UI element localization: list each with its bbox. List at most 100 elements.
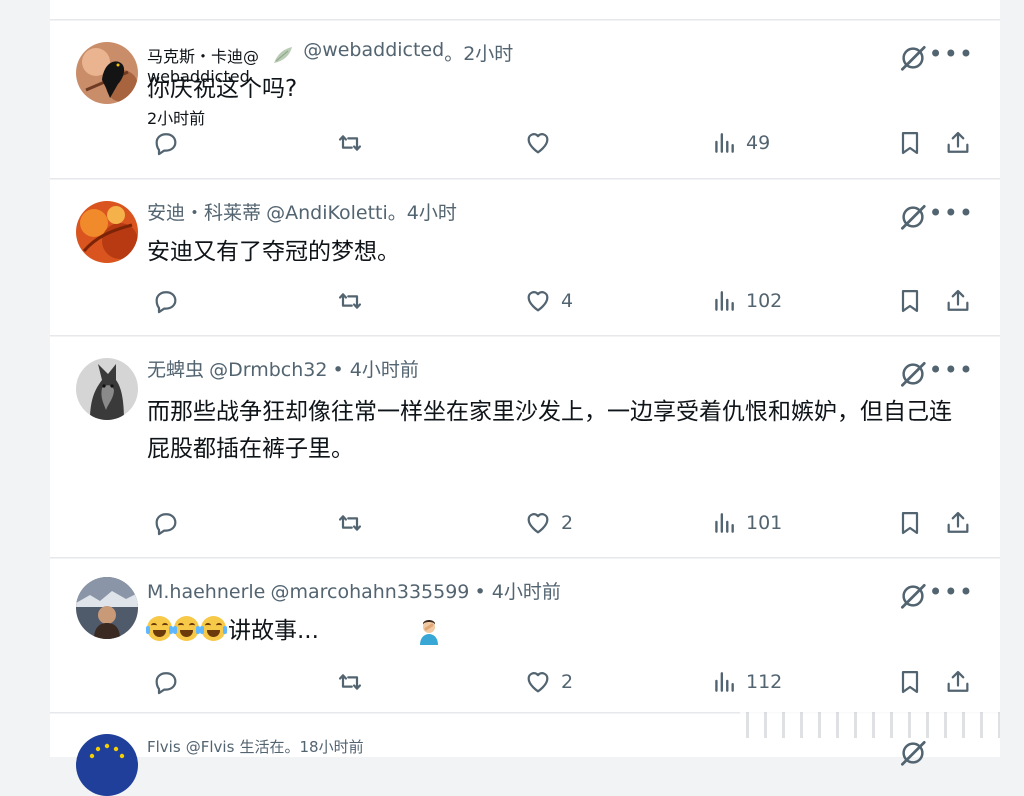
post-header: 无蜱虫 @Drmbch32 • 4小时前 <box>147 355 880 382</box>
reply-icon <box>152 509 180 537</box>
share-icon <box>944 509 972 537</box>
post-text: 你庆祝这个吗? <box>147 76 298 102</box>
post-header: M.haehnerle @marcohahn335599 • 4小时前 <box>147 577 880 604</box>
repost-button[interactable] <box>336 668 364 696</box>
post-text: 而那些战争狂却像往常一样坐在家里沙发上，一边享受着仇恨和嫉妒，但自己连屁股都插在… <box>147 399 952 462</box>
facepalm-emoji-icon <box>417 619 441 657</box>
post-card[interactable]: 无蜱虫 @Drmbch32 • 4小时前 ••• 而那些战争狂却像往常一样坐在家… <box>50 337 1000 558</box>
share-icon <box>944 287 972 315</box>
post-card-partial <box>50 0 1000 20</box>
author-handle[interactable]: @marcohahn335599 <box>270 581 469 603</box>
author-name[interactable]: 马克斯・卡迪@ <box>147 43 259 67</box>
views-button[interactable]: 112 <box>711 668 782 696</box>
timeline-feed: 马克斯・卡迪@ webaddicted · 2小时前 @webaddicted。… <box>50 0 1000 796</box>
post-time: 生活在。18小时前 <box>239 738 364 756</box>
post-header: Flvis @Flvis 生活在。18小时前 <box>147 736 880 757</box>
grok-icon[interactable] <box>898 738 928 772</box>
like-count: 4 <box>561 290 574 312</box>
post-header: 安迪・科莱蒂 @AndiKoletti。4小时 <box>147 198 880 225</box>
reply-button[interactable] <box>152 509 180 537</box>
like-button[interactable]: 2 <box>524 668 573 696</box>
avatar[interactable] <box>76 734 138 796</box>
tears-of-joy-emoji-icon <box>146 616 173 641</box>
tears-of-joy-emoji-icon <box>200 616 227 641</box>
reply-button[interactable] <box>152 668 180 696</box>
like-button[interactable]: 2 <box>524 509 573 537</box>
repost-icon <box>336 509 364 537</box>
reply-button[interactable] <box>152 287 180 315</box>
bookmark-button[interactable] <box>896 509 924 537</box>
views-count: 101 <box>746 512 783 534</box>
views-count: 49 <box>746 132 771 154</box>
bookmark-icon <box>896 509 924 537</box>
repost-button[interactable] <box>336 509 364 537</box>
grok-icon[interactable] <box>898 581 928 615</box>
post-time: 。2小时 <box>444 43 514 65</box>
views-count: 102 <box>746 290 783 312</box>
heart-icon <box>524 287 552 315</box>
repost-button[interactable] <box>336 287 364 315</box>
post-card[interactable]: 安迪・科莱蒂 @AndiKoletti。4小时 ••• 安迪又有了夺冠的梦想。 … <box>50 180 1000 336</box>
like-button[interactable] <box>524 129 561 157</box>
author-handle[interactable]: @Drmbch32 <box>209 359 327 381</box>
tears-of-joy-emoji-icon <box>173 616 200 641</box>
avatar[interactable] <box>76 577 138 639</box>
share-button[interactable] <box>944 668 972 696</box>
heart-icon <box>524 668 552 696</box>
author-name[interactable]: M.haehnerle <box>147 581 265 603</box>
share-icon <box>944 129 972 157</box>
author-name[interactable]: 无蜱虫 <box>147 359 204 381</box>
views-icon <box>711 287 737 315</box>
like-count: 2 <box>561 512 574 534</box>
like-count: 2 <box>561 671 574 693</box>
post-card[interactable]: M.haehnerle @marcohahn335599 • 4小时前 ••• … <box>50 559 1000 713</box>
post-text: 讲故事... <box>228 618 319 644</box>
reply-icon <box>152 668 180 696</box>
share-button[interactable] <box>944 287 972 315</box>
bookmark-button[interactable] <box>896 668 924 696</box>
share-button[interactable] <box>944 129 972 157</box>
avatar[interactable] <box>76 201 138 263</box>
grok-icon[interactable] <box>898 202 928 236</box>
post-time: • 4小时前 <box>474 581 561 603</box>
grok-icon[interactable] <box>898 359 928 393</box>
leaf-icon <box>272 45 294 69</box>
avatar[interactable] <box>76 42 138 104</box>
post-time-small: 2小时前 <box>147 109 206 128</box>
views-icon <box>711 668 737 696</box>
views-button[interactable]: 49 <box>711 129 770 157</box>
author-handle[interactable]: @webaddicted <box>303 39 444 61</box>
bookmark-button[interactable] <box>896 287 924 315</box>
views-button[interactable]: 102 <box>711 287 782 315</box>
repost-icon <box>336 287 364 315</box>
avatar[interactable] <box>76 358 138 420</box>
bookmark-icon <box>896 287 924 315</box>
author-handle[interactable]: @AndiKoletti <box>266 202 388 224</box>
repost-icon <box>336 668 364 696</box>
author-name[interactable]: 安迪・科莱蒂 <box>147 202 261 224</box>
reply-icon <box>152 287 180 315</box>
post-text-row: 讲故事... <box>146 613 970 650</box>
bookmark-button[interactable] <box>896 129 924 157</box>
heart-icon <box>524 129 552 157</box>
views-button[interactable]: 101 <box>711 509 782 537</box>
heart-icon <box>524 509 552 537</box>
post-text: 安迪又有了夺冠的梦想。 <box>147 239 400 265</box>
author-name[interactable]: Flvis <box>147 738 181 756</box>
more-icon[interactable]: ••• <box>929 358 974 382</box>
more-icon[interactable]: ••• <box>929 42 974 66</box>
author-handle[interactable]: @Flvis <box>186 738 235 756</box>
reply-button[interactable] <box>152 129 180 157</box>
post-card[interactable]: 马克斯・卡迪@ webaddicted · 2小时前 @webaddicted。… <box>50 21 1000 179</box>
post-time: 。4小时 <box>387 202 457 224</box>
views-icon <box>711 129 737 157</box>
repost-icon <box>336 129 364 157</box>
more-icon[interactable]: ••• <box>929 201 974 225</box>
more-icon[interactable]: ••• <box>929 580 974 604</box>
repost-button[interactable] <box>336 129 364 157</box>
like-button[interactable]: 4 <box>524 287 573 315</box>
bookmark-icon <box>896 129 924 157</box>
share-button[interactable] <box>944 509 972 537</box>
share-icon <box>944 668 972 696</box>
watermark <box>740 712 1000 738</box>
